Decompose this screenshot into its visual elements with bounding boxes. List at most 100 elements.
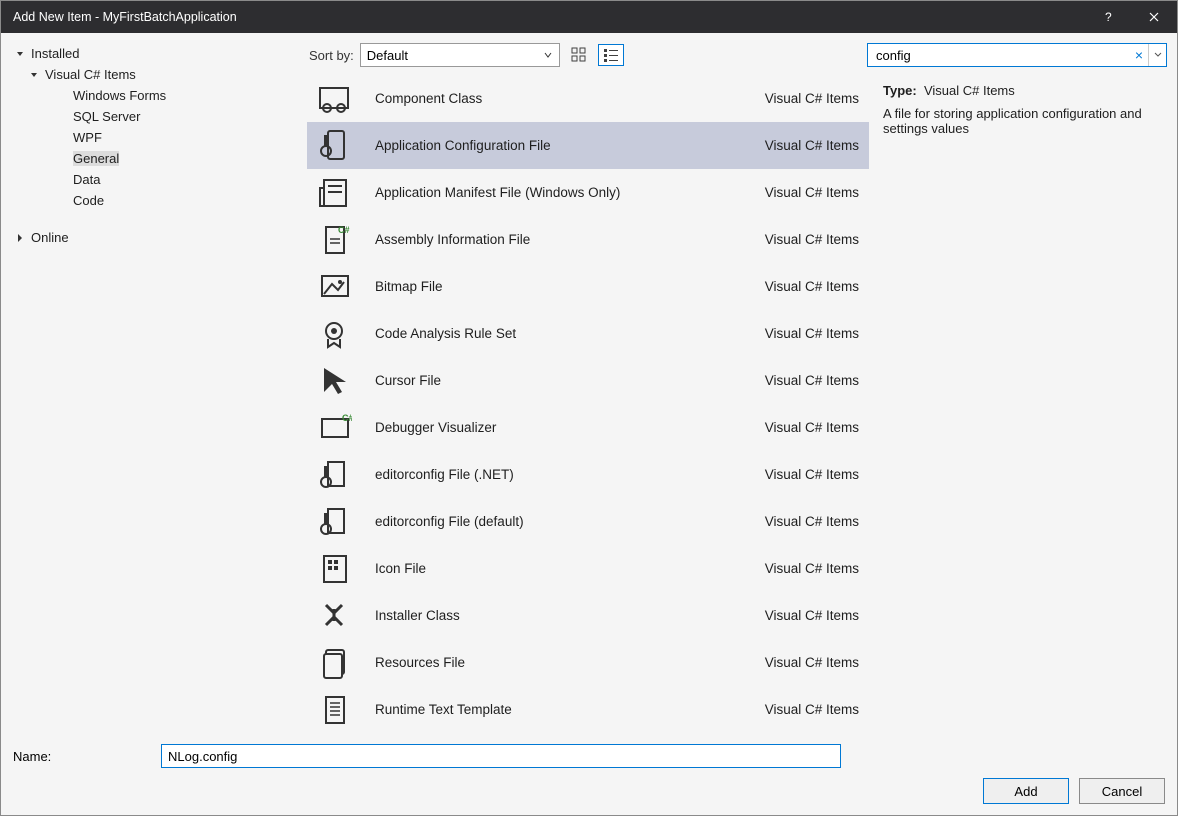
template-item[interactable]: Application Configuration FileVisual C# …	[307, 122, 869, 169]
tree-child-label: Windows Forms	[73, 88, 166, 103]
name-bar: Name:	[1, 739, 1177, 773]
template-item[interactable]: Cursor FileVisual C# Items	[307, 357, 869, 404]
template-item-name: Cursor File	[375, 373, 765, 388]
tree-installed-label: Installed	[31, 46, 79, 61]
template-item-name: Bitmap File	[375, 279, 765, 294]
search-box[interactable]: ×	[867, 43, 1167, 67]
template-item-name: editorconfig File (.NET)	[375, 467, 765, 482]
name-label: Name:	[13, 749, 143, 764]
template-item-lang: Visual C# Items	[765, 702, 859, 717]
tree-child-windows-forms[interactable]: Windows Forms	[11, 85, 291, 106]
template-item-lang: Visual C# Items	[765, 420, 859, 435]
template-item-name: Application Manifest File (Windows Only)	[375, 185, 765, 200]
footer: Add Cancel	[1, 773, 1177, 815]
view-list-button[interactable]	[598, 44, 624, 66]
template-item-name: Icon File	[375, 561, 765, 576]
chevron-right-icon	[15, 233, 25, 243]
template-item-lang: Visual C# Items	[765, 561, 859, 576]
view-tiles-button[interactable]	[566, 44, 592, 66]
template-list-wrap: Component ClassVisual C# ItemsApplicatio…	[301, 71, 1177, 739]
template-item[interactable]: Installer ClassVisual C# Items	[307, 592, 869, 639]
info-type-value: Visual C# Items	[924, 83, 1015, 98]
template-item-lang: Visual C# Items	[765, 185, 859, 200]
template-item[interactable]: Icon FileVisual C# Items	[307, 545, 869, 592]
tree-installed[interactable]: Installed	[11, 43, 291, 64]
visualizer-icon	[315, 409, 355, 447]
template-item-name: Code Analysis Rule Set	[375, 326, 765, 341]
sort-by-select[interactable]: Default	[360, 43, 560, 67]
chevron-down-icon	[29, 70, 39, 80]
svg-text:?: ?	[1105, 10, 1112, 24]
template-item[interactable]: Component ClassVisual C# Items	[307, 75, 869, 122]
template-item-lang: Visual C# Items	[765, 326, 859, 341]
installer-icon	[315, 597, 355, 635]
info-type-label: Type:	[883, 83, 917, 98]
info-description: A file for storing application configura…	[883, 106, 1163, 136]
tree-child-label: Code	[73, 193, 104, 208]
template-item[interactable]: Resources FileVisual C# Items	[307, 639, 869, 686]
template-item-lang: Visual C# Items	[765, 608, 859, 623]
template-item[interactable]: editorconfig File (default)Visual C# Ite…	[307, 498, 869, 545]
tree-child-code[interactable]: Code	[11, 190, 291, 211]
template-item-lang: Visual C# Items	[765, 467, 859, 482]
cancel-button[interactable]: Cancel	[1079, 778, 1165, 804]
window-title: Add New Item - MyFirstBatchApplication	[13, 10, 1085, 24]
sort-by-value: Default	[367, 48, 408, 63]
tree-child-wpf[interactable]: WPF	[11, 127, 291, 148]
template-item-lang: Visual C# Items	[765, 373, 859, 388]
template-list[interactable]: Component ClassVisual C# ItemsApplicatio…	[307, 75, 869, 733]
titlebar: Add New Item - MyFirstBatchApplication ?	[1, 1, 1177, 33]
sort-by-label: Sort by:	[309, 48, 354, 63]
template-item-name: editorconfig File (default)	[375, 514, 765, 529]
name-input[interactable]	[161, 744, 841, 768]
chevron-down-icon	[1154, 51, 1162, 59]
dialog-body: Installed Visual C# Items Windows Forms S…	[1, 33, 1177, 739]
template-item-name: Resources File	[375, 655, 765, 670]
tree-child-sql-server[interactable]: SQL Server	[11, 106, 291, 127]
tree-child-data[interactable]: Data	[11, 169, 291, 190]
dialog-window: Add New Item - MyFirstBatchApplication ?…	[0, 0, 1178, 816]
template-item-name: Application Configuration File	[375, 138, 765, 153]
template-item-lang: Visual C# Items	[765, 91, 859, 106]
template-item-lang: Visual C# Items	[765, 279, 859, 294]
toolbar: Sort by: Default	[301, 33, 1177, 71]
texttemplate-icon	[315, 691, 355, 729]
template-item-name: Debugger Visualizer	[375, 420, 765, 435]
template-item[interactable]: Code Analysis Rule SetVisual C# Items	[307, 310, 869, 357]
template-item[interactable]: editorconfig File (.NET)Visual C# Items	[307, 451, 869, 498]
info-pane: Type: Visual C# Items A file for storing…	[869, 71, 1177, 733]
search-clear-button[interactable]: ×	[1130, 47, 1148, 63]
template-item-name: Component Class	[375, 91, 765, 106]
iconfile-icon	[315, 550, 355, 588]
tree-child-label: Data	[73, 172, 100, 187]
config-icon	[315, 127, 355, 165]
tree-child-label: WPF	[73, 130, 102, 145]
search-input[interactable]	[874, 47, 1130, 64]
tree-child-general[interactable]: General	[11, 148, 291, 169]
close-button[interactable]	[1131, 1, 1177, 33]
add-button[interactable]: Add	[983, 778, 1069, 804]
chevron-down-icon	[543, 50, 553, 60]
tiles-icon	[571, 47, 587, 63]
template-item[interactable]: Bitmap FileVisual C# Items	[307, 263, 869, 310]
template-item[interactable]: Debugger VisualizerVisual C# Items	[307, 404, 869, 451]
template-item-name: Installer Class	[375, 608, 765, 623]
help-button[interactable]: ?	[1085, 1, 1131, 33]
search-dropdown-button[interactable]	[1148, 44, 1166, 66]
template-item[interactable]: Application Manifest File (Windows Only)…	[307, 169, 869, 216]
middle-pane: Sort by: Default	[301, 33, 1177, 739]
close-icon	[1149, 12, 1159, 22]
tree-visual-csharp-items[interactable]: Visual C# Items	[11, 64, 291, 85]
tree-child-label: General	[73, 151, 119, 166]
editorconfig-icon	[315, 456, 355, 494]
template-item-lang: Visual C# Items	[765, 138, 859, 153]
tree-online[interactable]: Online	[11, 227, 291, 248]
cursor-icon	[315, 362, 355, 400]
template-item-name: Runtime Text Template	[375, 702, 765, 717]
ruleset-icon	[315, 315, 355, 353]
template-item-lang: Visual C# Items	[765, 232, 859, 247]
chevron-down-icon	[15, 49, 25, 59]
category-tree: Installed Visual C# Items Windows Forms S…	[1, 33, 301, 739]
template-item[interactable]: Runtime Text TemplateVisual C# Items	[307, 686, 869, 733]
template-item[interactable]: Assembly Information FileVisual C# Items	[307, 216, 869, 263]
